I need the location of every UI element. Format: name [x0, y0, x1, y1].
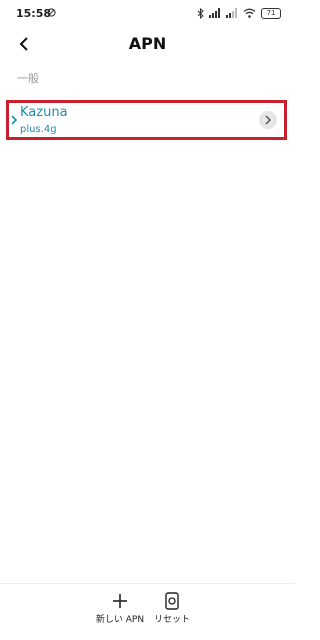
app-bar: APN — [0, 26, 295, 62]
signal-icon — [209, 8, 220, 18]
plus-icon — [113, 594, 127, 608]
apn-detail-button[interactable] — [259, 111, 277, 129]
bottom-action-bar: 新しい APN リセット — [0, 583, 295, 640]
signal-icon — [226, 8, 237, 18]
section-label: 一般 — [17, 72, 39, 85]
reset-label: リセット — [153, 615, 190, 625]
no-disturb-icon — [47, 8, 56, 17]
wifi-icon — [243, 8, 256, 18]
status-bar: 15:58 71 — [0, 0, 295, 26]
status-icons: 71 — [197, 6, 281, 20]
reset-button[interactable]: リセット — [137, 592, 207, 625]
apn-list-item[interactable]: Kazuna plus.4g — [6, 100, 287, 140]
bluetooth-icon — [197, 7, 204, 19]
reset-icon — [165, 592, 179, 610]
battery-icon: 71 — [261, 7, 281, 19]
apn-value: plus.4g — [20, 124, 57, 135]
status-time: 15:58 — [16, 7, 52, 20]
page-title: APN — [128, 34, 167, 53]
chevron-right-icon — [11, 115, 18, 125]
apn-name: Kazuna — [20, 105, 68, 120]
chevron-right-icon — [265, 115, 272, 125]
